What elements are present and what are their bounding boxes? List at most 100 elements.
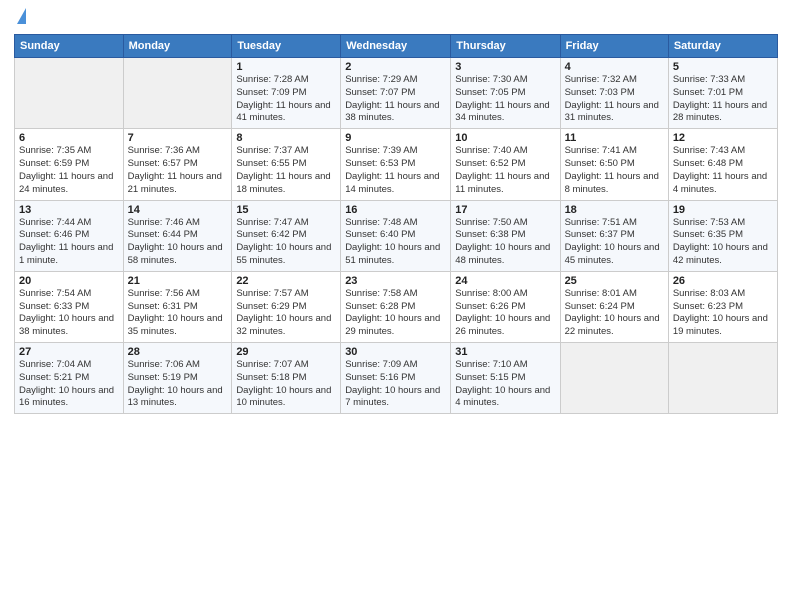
day-info: Sunrise: 7:56 AM Sunset: 6:31 PM Dayligh… [128, 288, 228, 339]
day-number: 9 [345, 132, 446, 144]
day-info: Sunrise: 7:58 AM Sunset: 6:28 PM Dayligh… [345, 288, 446, 339]
table-row: 14Sunrise: 7:46 AM Sunset: 6:44 PM Dayli… [123, 200, 232, 271]
day-info: Sunrise: 7:50 AM Sunset: 6:38 PM Dayligh… [455, 217, 555, 268]
day-info: Sunrise: 7:04 AM Sunset: 5:21 PM Dayligh… [19, 359, 119, 410]
day-info: Sunrise: 7:47 AM Sunset: 6:42 PM Dayligh… [236, 217, 336, 268]
day-info: Sunrise: 8:01 AM Sunset: 6:24 PM Dayligh… [565, 288, 664, 339]
col-monday: Monday [123, 35, 232, 58]
logo-triangle-icon [17, 8, 26, 24]
day-info: Sunrise: 7:40 AM Sunset: 6:52 PM Dayligh… [455, 145, 555, 196]
day-number: 2 [345, 61, 446, 73]
day-info: Sunrise: 7:32 AM Sunset: 7:03 PM Dayligh… [565, 74, 664, 125]
day-number: 29 [236, 346, 336, 358]
table-row: 23Sunrise: 7:58 AM Sunset: 6:28 PM Dayli… [341, 271, 451, 342]
day-info: Sunrise: 7:53 AM Sunset: 6:35 PM Dayligh… [673, 217, 773, 268]
day-number: 13 [19, 204, 119, 216]
calendar-week-row: 6Sunrise: 7:35 AM Sunset: 6:59 PM Daylig… [15, 129, 778, 200]
table-row: 28Sunrise: 7:06 AM Sunset: 5:19 PM Dayli… [123, 343, 232, 414]
table-row: 11Sunrise: 7:41 AM Sunset: 6:50 PM Dayli… [560, 129, 668, 200]
day-info: Sunrise: 7:06 AM Sunset: 5:19 PM Dayligh… [128, 359, 228, 410]
table-row: 2Sunrise: 7:29 AM Sunset: 7:07 PM Daylig… [341, 58, 451, 129]
table-row: 19Sunrise: 7:53 AM Sunset: 6:35 PM Dayli… [668, 200, 777, 271]
col-thursday: Thursday [451, 35, 560, 58]
table-row: 7Sunrise: 7:36 AM Sunset: 6:57 PM Daylig… [123, 129, 232, 200]
calendar-week-row: 27Sunrise: 7:04 AM Sunset: 5:21 PM Dayli… [15, 343, 778, 414]
day-number: 26 [673, 275, 773, 287]
col-friday: Friday [560, 35, 668, 58]
day-info: Sunrise: 7:09 AM Sunset: 5:16 PM Dayligh… [345, 359, 446, 410]
day-number: 30 [345, 346, 446, 358]
table-row: 16Sunrise: 7:48 AM Sunset: 6:40 PM Dayli… [341, 200, 451, 271]
col-sunday: Sunday [15, 35, 124, 58]
main-container: Sunday Monday Tuesday Wednesday Thursday… [0, 0, 792, 424]
table-row: 18Sunrise: 7:51 AM Sunset: 6:37 PM Dayli… [560, 200, 668, 271]
table-row: 4Sunrise: 7:32 AM Sunset: 7:03 PM Daylig… [560, 58, 668, 129]
table-row [15, 58, 124, 129]
header [14, 10, 778, 26]
calendar-week-row: 1Sunrise: 7:28 AM Sunset: 7:09 PM Daylig… [15, 58, 778, 129]
day-number: 28 [128, 346, 228, 358]
table-row: 12Sunrise: 7:43 AM Sunset: 6:48 PM Dayli… [668, 129, 777, 200]
table-row: 20Sunrise: 7:54 AM Sunset: 6:33 PM Dayli… [15, 271, 124, 342]
day-number: 7 [128, 132, 228, 144]
day-info: Sunrise: 7:33 AM Sunset: 7:01 PM Dayligh… [673, 74, 773, 125]
table-row: 21Sunrise: 7:56 AM Sunset: 6:31 PM Dayli… [123, 271, 232, 342]
day-number: 16 [345, 204, 446, 216]
day-number: 10 [455, 132, 555, 144]
col-saturday: Saturday [668, 35, 777, 58]
day-number: 6 [19, 132, 119, 144]
day-info: Sunrise: 7:35 AM Sunset: 6:59 PM Dayligh… [19, 145, 119, 196]
day-info: Sunrise: 7:07 AM Sunset: 5:18 PM Dayligh… [236, 359, 336, 410]
table-row: 6Sunrise: 7:35 AM Sunset: 6:59 PM Daylig… [15, 129, 124, 200]
calendar-header-row: Sunday Monday Tuesday Wednesday Thursday… [15, 35, 778, 58]
day-info: Sunrise: 7:30 AM Sunset: 7:05 PM Dayligh… [455, 74, 555, 125]
calendar-week-row: 13Sunrise: 7:44 AM Sunset: 6:46 PM Dayli… [15, 200, 778, 271]
day-info: Sunrise: 8:03 AM Sunset: 6:23 PM Dayligh… [673, 288, 773, 339]
table-row: 29Sunrise: 7:07 AM Sunset: 5:18 PM Dayli… [232, 343, 341, 414]
table-row [560, 343, 668, 414]
table-row: 30Sunrise: 7:09 AM Sunset: 5:16 PM Dayli… [341, 343, 451, 414]
day-number: 1 [236, 61, 336, 73]
day-number: 8 [236, 132, 336, 144]
day-info: Sunrise: 7:28 AM Sunset: 7:09 PM Dayligh… [236, 74, 336, 125]
day-info: Sunrise: 7:51 AM Sunset: 6:37 PM Dayligh… [565, 217, 664, 268]
col-wednesday: Wednesday [341, 35, 451, 58]
table-row: 5Sunrise: 7:33 AM Sunset: 7:01 PM Daylig… [668, 58, 777, 129]
calendar-table: Sunday Monday Tuesday Wednesday Thursday… [14, 34, 778, 414]
table-row: 25Sunrise: 8:01 AM Sunset: 6:24 PM Dayli… [560, 271, 668, 342]
table-row: 3Sunrise: 7:30 AM Sunset: 7:05 PM Daylig… [451, 58, 560, 129]
day-info: Sunrise: 7:36 AM Sunset: 6:57 PM Dayligh… [128, 145, 228, 196]
table-row: 1Sunrise: 7:28 AM Sunset: 7:09 PM Daylig… [232, 58, 341, 129]
table-row: 31Sunrise: 7:10 AM Sunset: 5:15 PM Dayli… [451, 343, 560, 414]
day-info: Sunrise: 7:37 AM Sunset: 6:55 PM Dayligh… [236, 145, 336, 196]
table-row [123, 58, 232, 129]
logo [14, 10, 26, 26]
day-info: Sunrise: 7:46 AM Sunset: 6:44 PM Dayligh… [128, 217, 228, 268]
table-row: 22Sunrise: 7:57 AM Sunset: 6:29 PM Dayli… [232, 271, 341, 342]
day-info: Sunrise: 8:00 AM Sunset: 6:26 PM Dayligh… [455, 288, 555, 339]
day-number: 17 [455, 204, 555, 216]
day-info: Sunrise: 7:43 AM Sunset: 6:48 PM Dayligh… [673, 145, 773, 196]
day-info: Sunrise: 7:48 AM Sunset: 6:40 PM Dayligh… [345, 217, 446, 268]
table-row: 8Sunrise: 7:37 AM Sunset: 6:55 PM Daylig… [232, 129, 341, 200]
day-info: Sunrise: 7:41 AM Sunset: 6:50 PM Dayligh… [565, 145, 664, 196]
day-number: 23 [345, 275, 446, 287]
day-info: Sunrise: 7:10 AM Sunset: 5:15 PM Dayligh… [455, 359, 555, 410]
table-row: 15Sunrise: 7:47 AM Sunset: 6:42 PM Dayli… [232, 200, 341, 271]
day-number: 27 [19, 346, 119, 358]
day-number: 12 [673, 132, 773, 144]
day-info: Sunrise: 7:54 AM Sunset: 6:33 PM Dayligh… [19, 288, 119, 339]
day-number: 14 [128, 204, 228, 216]
col-tuesday: Tuesday [232, 35, 341, 58]
day-number: 15 [236, 204, 336, 216]
day-info: Sunrise: 7:57 AM Sunset: 6:29 PM Dayligh… [236, 288, 336, 339]
day-number: 19 [673, 204, 773, 216]
day-number: 18 [565, 204, 664, 216]
calendar-week-row: 20Sunrise: 7:54 AM Sunset: 6:33 PM Dayli… [15, 271, 778, 342]
day-number: 31 [455, 346, 555, 358]
day-number: 24 [455, 275, 555, 287]
day-number: 4 [565, 61, 664, 73]
day-number: 11 [565, 132, 664, 144]
table-row [668, 343, 777, 414]
table-row: 10Sunrise: 7:40 AM Sunset: 6:52 PM Dayli… [451, 129, 560, 200]
